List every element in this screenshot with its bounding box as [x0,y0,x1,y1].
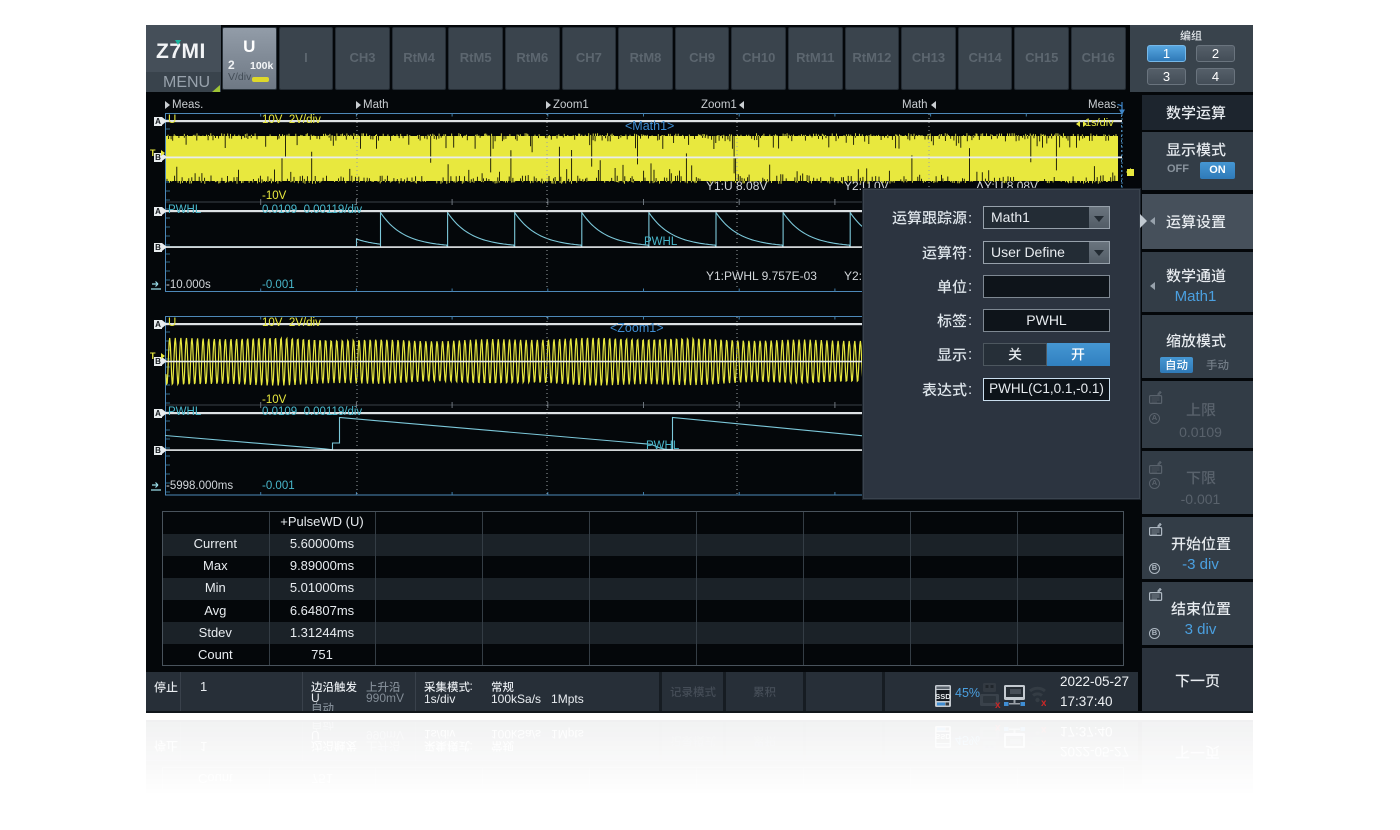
svg-text:x: x [995,700,1001,711]
svg-text:SSD: SSD [935,692,951,701]
svg-text:x: x [1041,698,1046,709]
